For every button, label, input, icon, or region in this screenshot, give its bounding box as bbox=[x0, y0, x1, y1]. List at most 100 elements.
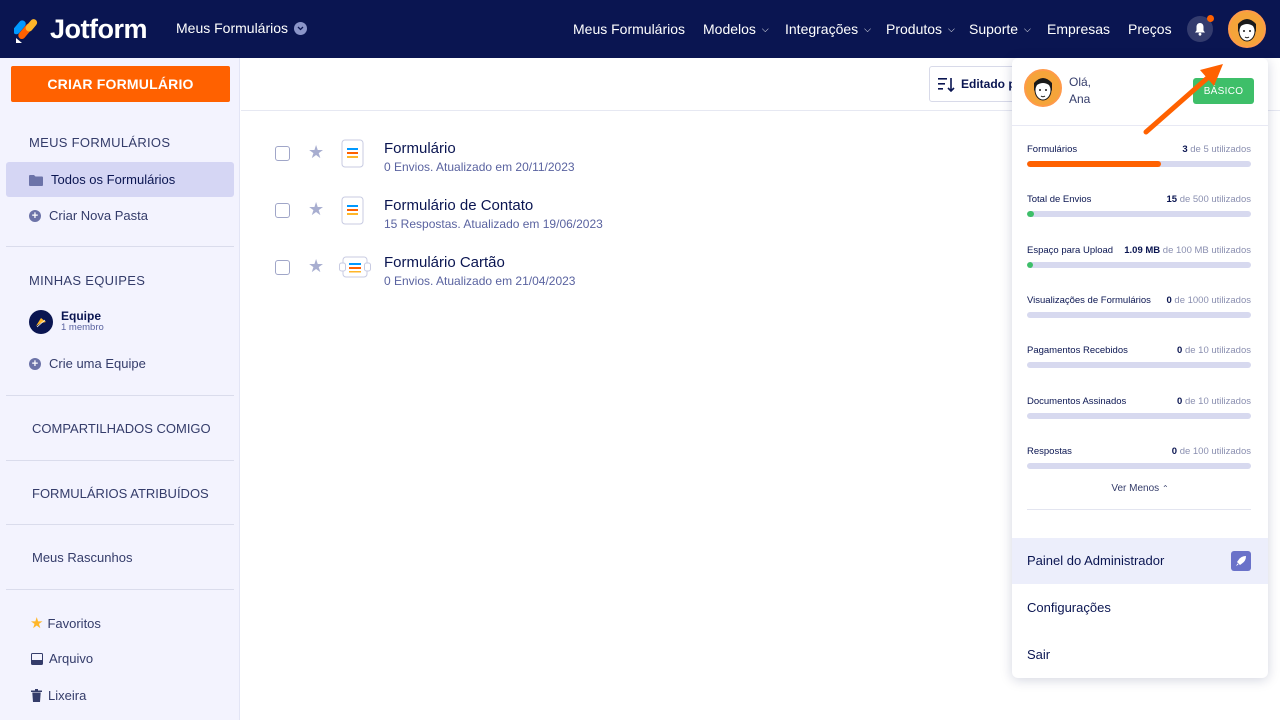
nav-label: Modelos bbox=[703, 21, 756, 37]
star-icon: ★ bbox=[30, 615, 44, 632]
sidebar-item-archive[interactable]: Arquivo bbox=[31, 651, 93, 666]
nav-products[interactable]: Produtos ⌵ bbox=[886, 21, 955, 37]
usage-count: 1.09 MB de 100 MB utilizados bbox=[1124, 245, 1251, 256]
settings-item[interactable]: Configurações bbox=[1027, 600, 1111, 615]
usage-label: Respostas bbox=[1027, 445, 1072, 457]
nav-label: Produtos bbox=[886, 21, 943, 37]
usage-progress-bar bbox=[1027, 211, 1251, 218]
nav-pricing[interactable]: Preços bbox=[1128, 21, 1172, 37]
sidebar-item-label: Lixeira bbox=[48, 688, 87, 703]
account-menu: Olá, Ana BÁSICO Formulários 3 de 5 utiliz… bbox=[1012, 58, 1268, 678]
chevron-up-icon: ⌃ bbox=[1161, 484, 1169, 493]
star-icon[interactable]: ★ bbox=[308, 256, 324, 277]
usage-used-value: 0 bbox=[1171, 445, 1178, 457]
user-avatar-icon bbox=[1026, 71, 1060, 105]
top-navigation-bar: Jotform Meus Formulários Meus Formulário… bbox=[0, 0, 1280, 58]
sidebar-item-label: Arquivo bbox=[49, 651, 94, 666]
select-checkbox[interactable] bbox=[275, 146, 290, 161]
usage-label: Pagamentos Recebidos bbox=[1027, 345, 1128, 357]
star-icon[interactable]: ★ bbox=[308, 142, 324, 163]
select-checkbox[interactable] bbox=[275, 203, 290, 218]
usage-progress-fill bbox=[1027, 261, 1033, 268]
usage-progress-bar bbox=[1027, 412, 1251, 419]
chevron-down-icon: ⌵ bbox=[1024, 23, 1031, 34]
nav-templates[interactable]: Modelos ⌵ bbox=[703, 21, 769, 37]
team-member-count: 1 membro bbox=[61, 322, 104, 333]
usage-limit-text: de 10 utilizados bbox=[1184, 395, 1251, 407]
jotform-logo[interactable]: Jotform bbox=[14, 14, 148, 45]
sidebar-item-create-team[interactable]: + Crie uma Equipe bbox=[29, 356, 146, 371]
sidebar-item-label: FORMULÁRIOS ATRIBUÍDOS bbox=[32, 486, 209, 501]
usage-label: Visualizações de Formulários bbox=[1027, 294, 1151, 306]
usage-limit-text: de 100 utilizados bbox=[1179, 445, 1251, 457]
greeting: Olá, bbox=[1069, 75, 1092, 89]
usage-progress-fill bbox=[1027, 211, 1034, 218]
jotform-logo-icon bbox=[14, 18, 38, 43]
select-checkbox[interactable] bbox=[275, 260, 290, 275]
admin-panel-item[interactable]: Painel do Administrador bbox=[1012, 538, 1268, 584]
nav-label: Meus Formulários bbox=[573, 21, 686, 37]
usage-count: 15 de 500 utilizados bbox=[1166, 194, 1251, 205]
brand-name: Jotform bbox=[50, 14, 148, 44]
usage-used-value: 3 bbox=[1182, 144, 1188, 155]
usage-label: Documentos Assinados bbox=[1027, 395, 1127, 407]
form-meta: 0 Envios. Atualizado em 21/04/2023 bbox=[384, 274, 576, 288]
star-icon[interactable]: ★ bbox=[308, 199, 324, 220]
usage-progress-bar bbox=[1027, 311, 1251, 318]
admin-panel-label: Painel do Administrador bbox=[1027, 553, 1165, 568]
card-form-icon bbox=[339, 256, 371, 278]
usage-limit-text: de 100 MB utilizados bbox=[1162, 244, 1251, 256]
my-forms-heading: MEUS FORMULÁRIOS bbox=[29, 135, 171, 150]
form-title[interactable]: Formulário bbox=[384, 140, 456, 157]
nav-label: Suporte bbox=[969, 21, 1019, 37]
sidebar-item-label: Favoritos bbox=[47, 615, 101, 631]
sidebar-item-label: Criar Nova Pasta bbox=[49, 208, 148, 223]
usage-count: 0 de 10 utilizados bbox=[1177, 396, 1251, 407]
usage-limit-text: de 500 utilizados bbox=[1179, 194, 1251, 206]
form-title[interactable]: Formulário de Contato bbox=[384, 197, 533, 214]
see-less-label: Ver Menos bbox=[1111, 483, 1160, 494]
sidebar-item-label: Todos os Formulários bbox=[51, 172, 176, 187]
notification-dot bbox=[1207, 15, 1214, 22]
nav-integrations[interactable]: Integrações ⌵ bbox=[785, 21, 871, 37]
form-list-item[interactable]: ★ Formulário Cartão 0 Envios. Atualizado… bbox=[275, 253, 875, 293]
usage-progress-bar bbox=[1027, 261, 1251, 268]
divider bbox=[1027, 509, 1251, 510]
nav-label: Empresas bbox=[1047, 21, 1111, 37]
sidebar-item-favorites[interactable]: ★ Favoritos bbox=[30, 614, 101, 632]
usage-label: Espaço para Upload bbox=[1027, 244, 1114, 256]
sidebar: CRIAR FORMULÁRIO MEUS FORMULÁRIOS Todos … bbox=[0, 58, 240, 720]
user-avatar-button[interactable] bbox=[1228, 10, 1266, 48]
see-less-link[interactable]: Ver Menos ⌃ bbox=[1012, 483, 1268, 494]
plus-circle-icon: + bbox=[29, 357, 41, 370]
nav-support[interactable]: Suporte ⌵ bbox=[969, 21, 1031, 37]
sidebar-item-drafts[interactable]: Meus Rascunhos bbox=[32, 550, 132, 565]
form-title[interactable]: Formulário Cartão bbox=[384, 254, 505, 271]
sidebar-item-all-forms-content[interactable]: Todos os Formulários bbox=[29, 172, 175, 187]
nav-enterprise[interactable]: Empresas bbox=[1047, 21, 1110, 37]
nav-label: Preços bbox=[1128, 21, 1172, 37]
nav-my-forms[interactable]: Meus Formulários bbox=[573, 21, 685, 37]
notification-button[interactable] bbox=[1187, 15, 1214, 42]
sidebar-item-trash[interactable]: Lixeira bbox=[31, 688, 86, 703]
form-list-item[interactable]: ★ Formulário de Contato 15 Respostas. At… bbox=[275, 196, 875, 236]
usage-label: Formulários bbox=[1027, 144, 1078, 155]
sidebar-item-assigned[interactable]: FORMULÁRIOS ATRIBUÍDOS bbox=[32, 486, 209, 501]
sidebar-item-label: Crie uma Equipe bbox=[49, 356, 146, 371]
workspace-selector[interactable]: Meus Formulários bbox=[176, 20, 308, 36]
usage-limit-text: de 5 utilizados bbox=[1190, 144, 1251, 155]
sidebar-item-new-folder[interactable]: + Criar Nova Pasta bbox=[29, 208, 148, 223]
usage-count: 0 de 1000 utilizados bbox=[1166, 295, 1251, 306]
usage-label: Total de Envios bbox=[1027, 194, 1092, 206]
usage-progress-bar bbox=[1027, 161, 1251, 167]
create-form-button[interactable]: CRIAR FORMULÁRIO bbox=[11, 66, 230, 102]
form-list-item[interactable]: ★ Formulário 0 Envios. Atualizado em 20/… bbox=[275, 139, 875, 179]
logout-item[interactable]: Sair bbox=[1027, 647, 1050, 662]
sidebar-item-shared[interactable]: COMPARTILHADOS COMIGO bbox=[32, 421, 211, 436]
divider bbox=[6, 395, 234, 396]
sidebar-item-team[interactable]: Equipe 1 membro bbox=[29, 310, 104, 334]
divider bbox=[6, 246, 234, 247]
divider bbox=[6, 460, 234, 461]
bell-icon bbox=[1195, 23, 1205, 36]
trash-icon bbox=[31, 689, 42, 702]
